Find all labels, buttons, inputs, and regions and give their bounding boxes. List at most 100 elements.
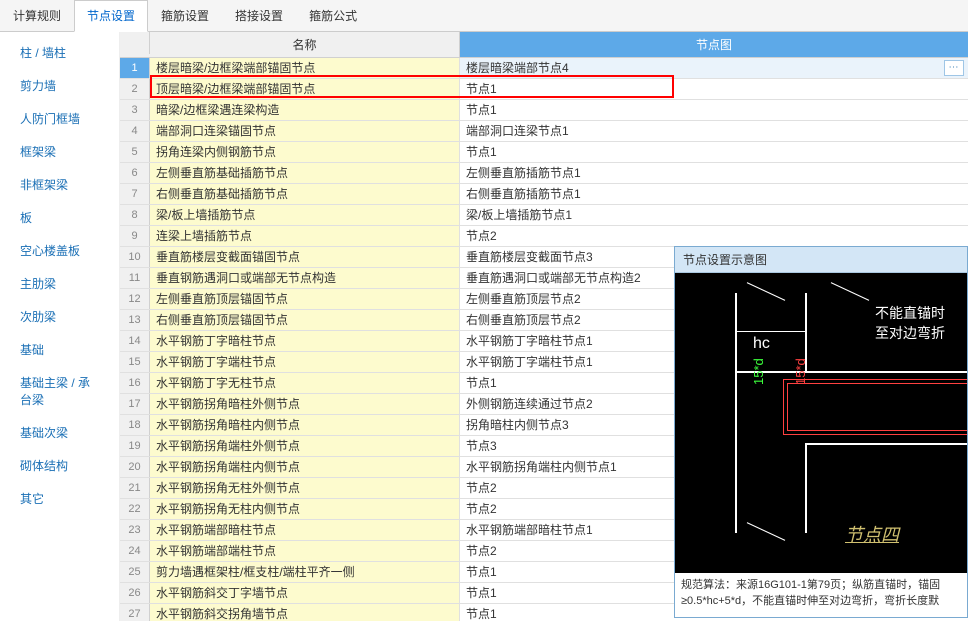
dim-15d-red: 15*d <box>793 358 808 385</box>
tab-calc-rule[interactable]: 计算规则 <box>0 0 74 31</box>
row-number: 25 <box>120 562 150 582</box>
row-node-cell[interactable]: 端部洞口连梁节点1 <box>460 121 968 141</box>
row-node-cell[interactable]: 节点1 <box>460 79 968 99</box>
row-name-cell[interactable]: 拐角连梁内侧钢筋节点 <box>150 142 460 162</box>
row-number: 27 <box>120 604 150 621</box>
sidebar-item-2[interactable]: 人防门框墙 <box>0 102 119 135</box>
table-row[interactable]: 3暗梁/边框梁遇连梁构造节点1 <box>120 100 968 121</box>
sidebar-item-1[interactable]: 剪力墙 <box>0 69 119 102</box>
sidebar-item-5[interactable]: 板 <box>0 201 119 234</box>
row-name-cell[interactable]: 楼层暗梁/边框梁端部锚固节点 <box>150 58 460 78</box>
row-name-cell[interactable]: 水平钢筋拐角端柱内侧节点 <box>150 457 460 477</box>
row-name-cell[interactable]: 水平钢筋端部暗柱节点 <box>150 520 460 540</box>
row-number: 14 <box>120 331 150 351</box>
sidebar-item-0[interactable]: 柱 / 墙柱 <box>0 36 119 69</box>
row-number: 21 <box>120 478 150 498</box>
row-node-cell[interactable]: 梁/板上墙插筋节点1 <box>460 205 968 225</box>
sidebar-item-9[interactable]: 基础 <box>0 333 119 366</box>
row-name-cell[interactable]: 水平钢筋拐角暗柱内侧节点 <box>150 415 460 435</box>
row-number: 16 <box>120 373 150 393</box>
row-name-cell[interactable]: 端部洞口连梁锚固节点 <box>150 121 460 141</box>
row-name-cell[interactable]: 左侧垂直筋顶层锚固节点 <box>150 289 460 309</box>
note-cannot-anchor: 不能直锚时 <box>875 303 945 323</box>
row-node-cell[interactable]: 左侧垂直筋插筋节点1 <box>460 163 968 183</box>
table-row[interactable]: 8梁/板上墙插筋节点梁/板上墙插筋节点1 <box>120 205 968 226</box>
header-number <box>120 32 150 54</box>
table-row[interactable]: 5拐角连梁内侧钢筋节点节点1 <box>120 142 968 163</box>
row-name-cell[interactable]: 垂直钢筋遇洞口或端部无节点构造 <box>150 268 460 288</box>
row-number: 5 <box>120 142 150 162</box>
preview-diagram[interactable]: hc 15*d 15*d 不能直锚时 至对边弯折 节点四 <box>675 273 967 573</box>
header-name[interactable]: 名称 <box>150 32 460 57</box>
preview-panel: 节点设置示意图 hc 15*d 15*d 不能直锚时 至对边弯折 节点四 规范算… <box>674 246 968 618</box>
row-node-cell[interactable]: 节点1 <box>460 100 968 120</box>
row-number: 18 <box>120 415 150 435</box>
node-picker-button[interactable]: ⋯ <box>944 60 964 76</box>
row-number: 8 <box>120 205 150 225</box>
header-node-diagram[interactable]: 节点图 <box>460 32 968 57</box>
sidebar-item-10[interactable]: 基础主梁 / 承台梁 <box>0 366 119 416</box>
row-number: 15 <box>120 352 150 372</box>
row-number: 6 <box>120 163 150 183</box>
sidebar-item-11[interactable]: 基础次梁 <box>0 416 119 449</box>
sidebar-item-3[interactable]: 框架梁 <box>0 135 119 168</box>
row-name-cell[interactable]: 暗梁/边框梁遇连梁构造 <box>150 100 460 120</box>
table-row[interactable]: 6左侧垂直筋基础插筋节点左侧垂直筋插筋节点1 <box>120 163 968 184</box>
sidebar-item-12[interactable]: 砌体结构 <box>0 449 119 482</box>
tab-node-setting[interactable]: 节点设置 <box>74 0 148 32</box>
top-tabs: 计算规则 节点设置 箍筋设置 搭接设置 箍筋公式 <box>0 0 968 32</box>
sidebar-item-7[interactable]: 主肋梁 <box>0 267 119 300</box>
row-name-cell[interactable]: 顶层暗梁/边框梁端部锚固节点 <box>150 79 460 99</box>
row-name-cell[interactable]: 剪力墙遇框架柱/框支柱/端柱平齐一侧 <box>150 562 460 582</box>
row-name-cell[interactable]: 水平钢筋斜交丁字墙节点 <box>150 583 460 603</box>
tab-lap-setting[interactable]: 搭接设置 <box>222 0 296 31</box>
row-name-cell[interactable]: 水平钢筋丁字无柱节点 <box>150 373 460 393</box>
row-name-cell[interactable]: 水平钢筋丁字端柱节点 <box>150 352 460 372</box>
row-number: 24 <box>120 541 150 561</box>
row-number: 20 <box>120 457 150 477</box>
row-name-cell[interactable]: 水平钢筋拐角无柱内侧节点 <box>150 499 460 519</box>
row-name-cell[interactable]: 右侧垂直筋顶层锚固节点 <box>150 310 460 330</box>
row-name-cell[interactable]: 水平钢筋拐角端柱外侧节点 <box>150 436 460 456</box>
row-node-cell[interactable]: 节点2 <box>460 226 968 246</box>
row-number: 17 <box>120 394 150 414</box>
note-bend-edge: 至对边弯折 <box>875 323 945 343</box>
node-label: 节点四 <box>845 521 899 547</box>
preview-footer: 规范算法：来源16G101-1第79页；纵筋直锚时，锚固≥0.5*hc+5*d，… <box>675 573 967 613</box>
sidebar-item-4[interactable]: 非框架梁 <box>0 168 119 201</box>
row-number: 1 <box>120 58 150 78</box>
table-row[interactable]: 9连梁上墙插筋节点节点2 <box>120 226 968 247</box>
table-row[interactable]: 2顶层暗梁/边框梁端部锚固节点节点1 <box>120 79 968 100</box>
row-number: 19 <box>120 436 150 456</box>
row-name-cell[interactable]: 右侧垂直筋基础插筋节点 <box>150 184 460 204</box>
tab-stirrup-formula[interactable]: 箍筋公式 <box>296 0 370 31</box>
table-row[interactable]: 1楼层暗梁/边框梁端部锚固节点楼层暗梁端部节点4⋯ <box>120 58 968 79</box>
row-name-cell[interactable]: 水平钢筋斜交拐角墙节点 <box>150 604 460 621</box>
sidebar-item-8[interactable]: 次肋梁 <box>0 300 119 333</box>
sidebar-item-6[interactable]: 空心楼盖板 <box>0 234 119 267</box>
preview-title: 节点设置示意图 <box>675 247 967 273</box>
row-number: 11 <box>120 268 150 288</box>
hc-label: hc <box>753 335 770 353</box>
row-name-cell[interactable]: 左侧垂直筋基础插筋节点 <box>150 163 460 183</box>
row-name-cell[interactable]: 水平钢筋丁字暗柱节点 <box>150 331 460 351</box>
row-name-cell[interactable]: 水平钢筋端部端柱节点 <box>150 541 460 561</box>
row-number: 26 <box>120 583 150 603</box>
row-name-cell[interactable]: 水平钢筋拐角暗柱外侧节点 <box>150 394 460 414</box>
row-node-cell[interactable]: 右侧垂直筋插筋节点1 <box>460 184 968 204</box>
row-node-cell[interactable]: 节点1 <box>460 142 968 162</box>
row-node-cell[interactable]: 楼层暗梁端部节点4⋯ <box>460 58 968 78</box>
category-sidebar: 柱 / 墙柱剪力墙人防门框墙框架梁非框架梁板空心楼盖板主肋梁次肋梁基础基础主梁 … <box>0 32 120 621</box>
table-row[interactable]: 7右侧垂直筋基础插筋节点右侧垂直筋插筋节点1 <box>120 184 968 205</box>
row-number: 13 <box>120 310 150 330</box>
row-number: 2 <box>120 79 150 99</box>
table-row[interactable]: 4端部洞口连梁锚固节点端部洞口连梁节点1 <box>120 121 968 142</box>
row-name-cell[interactable]: 垂直筋楼层变截面锚固节点 <box>150 247 460 267</box>
sidebar-item-13[interactable]: 其它 <box>0 482 119 515</box>
tab-stirrup-setting[interactable]: 箍筋设置 <box>148 0 222 31</box>
row-number: 9 <box>120 226 150 246</box>
row-name-cell[interactable]: 连梁上墙插筋节点 <box>150 226 460 246</box>
row-name-cell[interactable]: 梁/板上墙插筋节点 <box>150 205 460 225</box>
dim-15d-green: 15*d <box>751 358 766 385</box>
row-name-cell[interactable]: 水平钢筋拐角无柱外侧节点 <box>150 478 460 498</box>
